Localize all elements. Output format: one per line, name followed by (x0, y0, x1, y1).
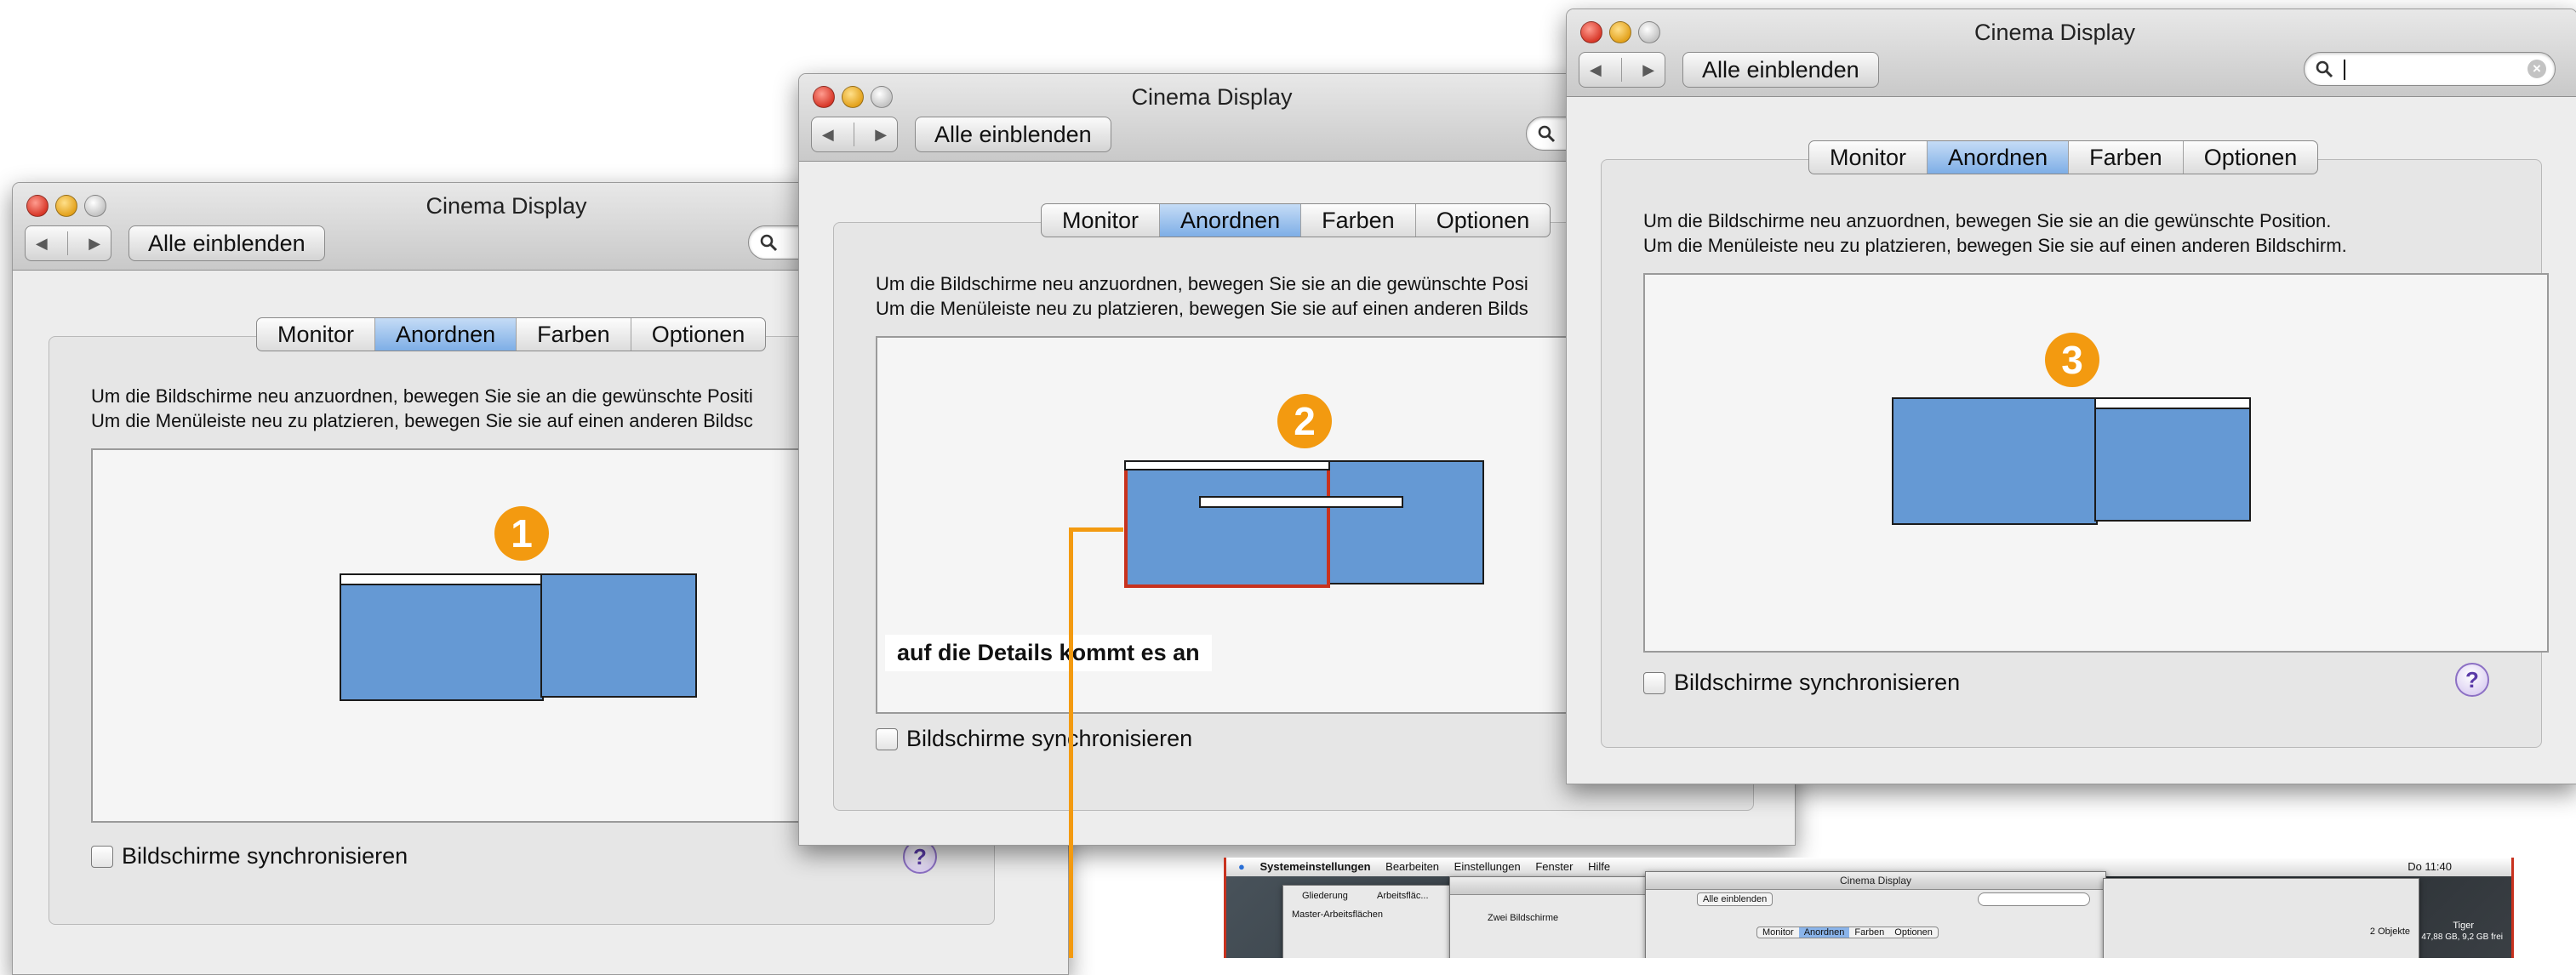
thumb-prefs-window: Cinema Display Alle einblenden Monitor An… (1645, 871, 2106, 958)
checkbox-box[interactable] (91, 845, 113, 868)
checkbox-label: Bildschirme synchronisieren (122, 843, 408, 869)
text-cursor (2344, 60, 2345, 80)
thumb-show-all: Alle einblenden (1697, 892, 1773, 906)
thumb-menu-settings[interactable]: Einstellungen (1454, 858, 1521, 876)
display-secondary[interactable] (540, 573, 697, 698)
thumb-disk-name: Tiger (2453, 921, 2474, 931)
tab-arrange[interactable]: Anordnen (1160, 204, 1302, 237)
tab-monitor[interactable]: Monitor (1809, 141, 1928, 174)
tab-arrange[interactable]: Anordnen (1928, 141, 2070, 174)
back-arrow-icon[interactable]: ◀ (1590, 61, 1602, 79)
desktop-thumbnail: ● Systemeinstellungen Bearbeiten Einstel… (1224, 858, 2514, 958)
checkbox-label: Bildschirme synchronisieren (906, 726, 1193, 751)
thumb-disk-info: 47,88 GB, 9,2 GB frei (2421, 932, 2503, 942)
thumb-status: 2 Objekte (2369, 927, 2410, 937)
window-title: Cinema Display (1973, 20, 2136, 45)
mirror-displays-checkbox[interactable]: Bildschirme synchronisieren (876, 726, 1192, 752)
menu-bar-indicator[interactable] (2094, 397, 2251, 409)
step-badge-3: 3 (2045, 333, 2099, 387)
thumb-sidebar-tab-2: Arbeitsfläc... (1377, 891, 1429, 901)
window-title: Cinema Display (1131, 84, 1293, 110)
checkbox-box[interactable] (876, 727, 898, 750)
back-forward-control[interactable]: ◀ ▶ (1579, 52, 1665, 88)
display-main-dragging[interactable] (1124, 460, 1330, 588)
thumb-sidebar-tab-1: Gliederung (1302, 891, 1348, 901)
callout-leader-vertical (1069, 527, 1073, 958)
thumb-tab-colors: Farben (1854, 927, 1885, 938)
thumb-menu-window[interactable]: Fenster (1535, 858, 1573, 876)
thumb-search (1978, 892, 2090, 906)
tab-bar: Monitor Anordnen Farben Optionen (1808, 140, 2319, 174)
thumb-menu-help[interactable]: Hilfe (1588, 858, 1610, 876)
back-forward-control[interactable]: ◀ ▶ (25, 225, 111, 261)
title-bar[interactable]: Cinema Display ◀ ▶ Alle einblenden × (1567, 9, 2576, 97)
thumb-menu-edit[interactable]: Bearbeiten (1385, 858, 1439, 876)
search-icon (2316, 60, 2333, 78)
thumb-tab-monitor: Monitor (1762, 927, 1794, 938)
instructions-line-1: Um die Bildschirme neu anzuordnen, beweg… (876, 273, 1528, 294)
forward-arrow-icon[interactable]: ▶ (1642, 61, 1654, 79)
tab-monitor[interactable]: Monitor (1042, 204, 1161, 237)
instructions-line-2: Um die Menüleiste neu zu platzieren, bew… (1643, 235, 2347, 256)
arrangement-canvas[interactable]: 3 (1643, 273, 2549, 653)
display-secondary[interactable] (1324, 460, 1484, 584)
menu-bar-indicator[interactable] (340, 573, 544, 585)
tab-monitor[interactable]: Monitor (257, 318, 376, 351)
tab-bar: Monitor Anordnen Farben Optionen (256, 317, 767, 351)
instructions-line-1: Um die Bildschirme neu anzuordnen, beweg… (1643, 210, 2332, 231)
checkbox-label: Bildschirme synchronisieren (1674, 670, 1961, 695)
instructions-line-1: Um die Bildschirme neu anzuordnen, beweg… (91, 385, 753, 407)
detail-callout: auf die Details kommt es an (885, 635, 1212, 671)
prefs-window-3: Cinema Display ◀ ▶ Alle einblenden × Mon… (1566, 9, 2576, 784)
callout-leader-horizontal (1069, 527, 1123, 532)
tab-options[interactable]: Optionen (631, 318, 766, 351)
instructions-line-2: Um die Menüleiste neu zu platzieren, bew… (91, 410, 753, 431)
tab-options[interactable]: Optionen (1416, 204, 1551, 237)
mirror-displays-checkbox[interactable]: Bildschirme synchronisieren (91, 843, 408, 870)
step-badge-1: 1 (494, 506, 549, 561)
search-icon (1538, 125, 1556, 143)
search-icon (760, 234, 778, 252)
thumb-doc-label: Zwei Bildschirme (1488, 913, 1559, 923)
show-all-button[interactable]: Alle einblenden (129, 225, 325, 261)
apple-menu-icon[interactable]: ● (1238, 858, 1245, 876)
display-main[interactable] (1892, 397, 2098, 525)
menu-bar-top[interactable] (1124, 460, 1330, 470)
clear-search-icon[interactable]: × (2527, 60, 2546, 78)
tab-bar: Monitor Anordnen Farben Optionen (1041, 203, 1551, 237)
tab-colors[interactable]: Farben (2069, 141, 2184, 174)
tab-options[interactable]: Optionen (2184, 141, 2318, 174)
display-secondary[interactable] (2094, 397, 2251, 522)
thumb-tab-arrange: Anordnen (1798, 927, 1850, 938)
checkbox-box[interactable] (1643, 671, 1665, 694)
back-forward-control[interactable]: ◀ ▶ (811, 117, 898, 152)
show-all-button[interactable]: Alle einblenden (1682, 52, 1879, 88)
tab-colors[interactable]: Farben (517, 318, 631, 351)
instructions-text: Um die Bildschirme neu anzuordnen, beweg… (876, 271, 1528, 321)
thumb-sidebar-header: Master-Arbeitsflächen (1292, 909, 1383, 920)
thumb-desktop: Gliederung Arbeitsfläc... Master-Arbeits… (1226, 871, 2511, 958)
thumb-prefs-title: Cinema Display (1646, 872, 2105, 890)
back-arrow-icon[interactable]: ◀ (36, 235, 48, 253)
instructions-text: Um die Bildschirme neu anzuordnen, beweg… (1643, 208, 2347, 258)
back-arrow-icon[interactable]: ◀ (822, 126, 834, 144)
tab-colors[interactable]: Farben (1301, 204, 1416, 237)
thumb-clock: Do 11:40 (2408, 860, 2452, 873)
thumb-tabs: Monitor Anordnen Farben Optionen (1756, 927, 1939, 938)
forward-arrow-icon[interactable]: ▶ (89, 235, 100, 253)
display-main[interactable] (340, 573, 544, 701)
help-button[interactable]: ? (2455, 663, 2489, 697)
instructions-text: Um die Bildschirme neu anzuordnen, beweg… (91, 384, 753, 433)
step-badge-2: 2 (1277, 394, 1332, 448)
tab-arrange[interactable]: Anordnen (375, 318, 517, 351)
forward-arrow-icon[interactable]: ▶ (875, 126, 887, 144)
thumb-finder-right: 2 Objekte (2103, 878, 2419, 958)
menu-bar-indicator-dragging[interactable] (1199, 496, 1403, 508)
search-field[interactable]: × (2304, 52, 2556, 86)
mirror-displays-checkbox[interactable]: Bildschirme synchronisieren (1643, 670, 1960, 696)
thumb-tab-options: Optionen (1894, 927, 1933, 938)
thumb-menu-app[interactable]: Systemeinstellungen (1259, 858, 1370, 876)
show-all-button[interactable]: Alle einblenden (915, 117, 1111, 152)
instructions-line-2: Um die Menüleiste neu zu platzieren, bew… (876, 298, 1528, 319)
